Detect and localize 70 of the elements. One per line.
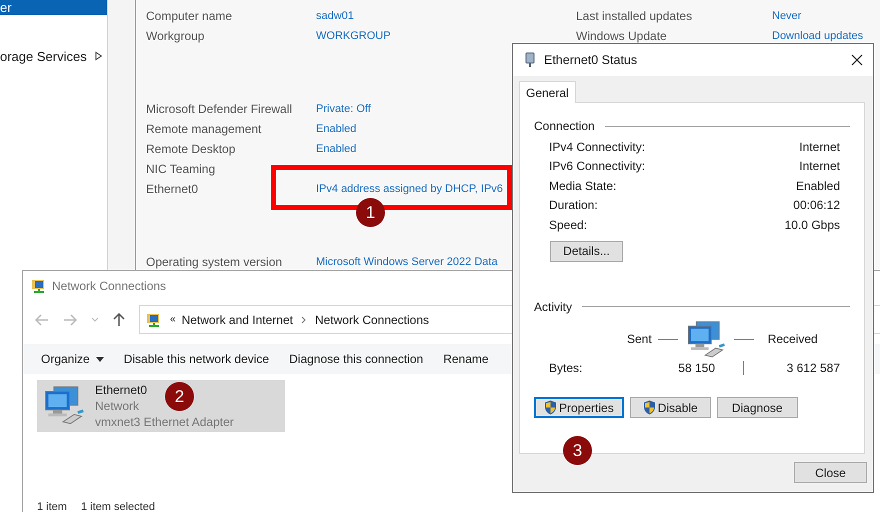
network-folder-icon [146,312,162,328]
bytes-sent: 58 150 [677,361,715,376]
sidebar-item[interactable]: orage Services [0,47,107,65]
field-label: Speed: [549,218,588,232]
shield-icon [642,400,656,416]
tab[interactable]: General [519,81,576,103]
property-link[interactable]: WORKGROUP [316,30,391,42]
property-link[interactable]: Never [772,10,802,22]
breadcrumb-overflow[interactable]: « [170,314,176,325]
breadcrumb-item[interactable]: Network and Internet [182,312,293,326]
command-button[interactable]: Organize [35,344,118,374]
field-value: Internet [799,159,840,174]
up-arrow-icon[interactable] [113,312,125,326]
property-label: Last installed updates [576,9,694,23]
field-value: Enabled [796,178,840,193]
section-title: Connection [534,119,595,133]
command-button[interactable]: Diagnose this connection [283,344,438,374]
property-link[interactable]: Enabled [316,143,356,155]
property-label: Operating system version [146,255,284,269]
property-link[interactable]: Enabled [316,123,356,135]
property-label: Remote management [146,122,262,136]
command-button[interactable]: Disable this network device [118,344,284,374]
shield-icon [544,400,557,416]
property-link[interactable]: IPv4 address assigned by DHCP, IPv6 [316,183,503,195]
property-link[interactable]: Microsoft Windows Server 2022 Data [316,256,498,268]
expand-arrow-icon [94,51,102,61]
command-button[interactable]: Rename [437,344,503,374]
adapter-name: vmxnet3 Ethernet Adapter [95,414,234,430]
property-label: Microsoft Defender Firewall [146,102,294,116]
action-button[interactable]: Disable [630,397,711,418]
sent-label: Sent [627,332,652,346]
field-value: 10.0 Gbps [784,218,840,232]
chevron-right-icon [300,316,307,324]
status-text: 1 item [37,501,67,512]
window-title: Network Connections [52,279,166,293]
connection-name: Ethernet0 [95,382,148,398]
field-label: Media State: [549,178,616,193]
chevron-down-icon[interactable] [91,316,99,322]
field-label: Bytes: [549,361,584,376]
forward-arrow-icon[interactable] [63,314,77,326]
property-label: NIC Teaming [146,162,216,176]
field-label: Duration: [549,198,598,212]
property-link[interactable]: sadw01 [316,10,354,22]
bytes-received: 3 612 587 [786,361,840,376]
property-link[interactable]: Download updates [772,30,864,42]
ethernet-plug-icon [525,52,535,68]
close-button[interactable]: Close [794,462,867,483]
back-arrow-icon[interactable] [35,314,49,326]
field-value: Internet [799,140,840,154]
close-icon[interactable] [851,54,863,66]
property-label: Workgroup [146,29,206,43]
field-label: IPv4 Connectivity: [549,140,646,154]
received-label: Received [768,332,818,346]
network-folder-icon [31,278,47,294]
details-button[interactable]: Details... [550,240,623,262]
sidebar-item[interactable]: er [0,0,107,15]
property-label: Windows Update [576,29,668,43]
field-value: 00:06:12 [793,198,840,212]
action-button[interactable]: Properties [534,397,624,418]
dialog-title: Ethernet0 Status [544,53,638,67]
status-text: 1 item selected [80,501,155,512]
property-label: Ethernet0 [146,182,200,196]
property-label: Computer name [146,9,234,23]
action-button[interactable]: Diagnose [716,397,798,418]
breadcrumb-item[interactable]: Network Connections [314,312,430,326]
field-label: IPv6 Connectivity: [549,159,646,174]
property-link[interactable]: Private: Off [316,103,371,115]
dropdown-caret-icon [96,356,104,362]
connection-status: Network [95,398,140,414]
property-label: Remote Desktop [146,142,236,156]
